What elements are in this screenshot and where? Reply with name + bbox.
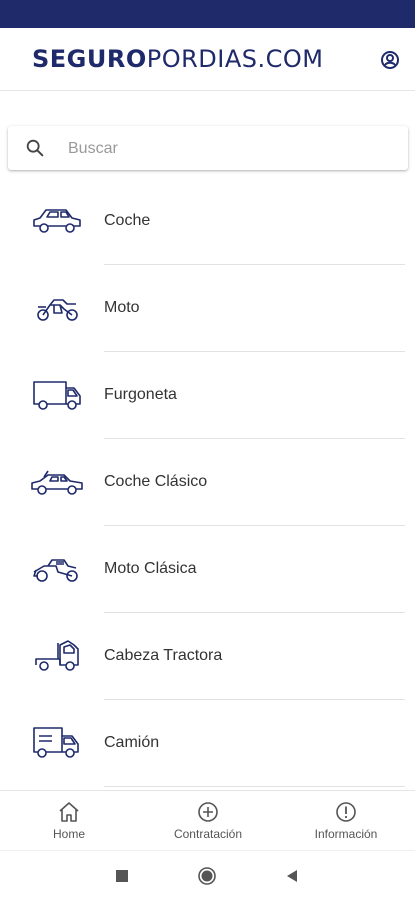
car-icon bbox=[33, 209, 81, 233]
home-circle-icon[interactable] bbox=[198, 867, 216, 885]
add-circle-icon bbox=[198, 802, 218, 822]
nav-contratacion[interactable]: Contratación bbox=[158, 791, 258, 851]
nav-home[interactable]: Home bbox=[34, 791, 104, 851]
vehicle-label: Moto bbox=[104, 299, 140, 316]
nav-contratacion-label: Contratación bbox=[173, 827, 243, 841]
status-bar bbox=[0, 0, 415, 28]
vehicle-item-coche-clasico[interactable]: Coche Clásico bbox=[0, 439, 415, 526]
vehicle-label: Moto Clásica bbox=[104, 560, 197, 577]
vehicle-label: Cabeza Tractora bbox=[104, 647, 223, 664]
search-input[interactable] bbox=[66, 134, 390, 164]
divider bbox=[104, 786, 405, 787]
vehicle-item-moto-clasica[interactable]: Moto Clásica bbox=[0, 526, 415, 613]
tractor-unit-icon bbox=[35, 640, 79, 671]
recents-icon[interactable] bbox=[113, 867, 131, 885]
vehicle-item-camion[interactable]: Camión bbox=[0, 700, 415, 787]
app-header: SEGUROPORDIAS.COM bbox=[0, 28, 415, 91]
app-logo: SEGUROPORDIAS.COM bbox=[32, 45, 324, 73]
motorcycle-icon bbox=[37, 299, 78, 321]
back-icon[interactable] bbox=[283, 867, 301, 885]
nav-home-label: Home bbox=[52, 827, 85, 841]
vehicle-label: Furgoneta bbox=[104, 386, 177, 403]
vehicle-list: Coche Moto Furgoneta Coche Clásico Moto … bbox=[0, 178, 415, 787]
vehicle-item-furgoneta[interactable]: Furgoneta bbox=[0, 352, 415, 439]
home-icon bbox=[59, 802, 79, 822]
search-icon bbox=[26, 139, 44, 157]
account-icon[interactable] bbox=[378, 48, 402, 72]
vehicle-label: Coche Clásico bbox=[104, 473, 208, 490]
system-navigation-bar bbox=[0, 850, 415, 901]
classic-motorcycle-icon bbox=[33, 559, 78, 582]
info-icon bbox=[336, 802, 356, 822]
search-bar[interactable] bbox=[8, 126, 408, 170]
vehicle-item-coche[interactable]: Coche bbox=[0, 178, 415, 265]
truck-icon bbox=[33, 727, 79, 758]
classic-car-icon bbox=[31, 470, 83, 495]
vehicle-item-cabeza-tractora[interactable]: Cabeza Tractora bbox=[0, 613, 415, 700]
van-icon bbox=[33, 381, 81, 410]
vehicle-label: Coche bbox=[104, 212, 151, 229]
nav-informacion-label: Información bbox=[314, 827, 378, 841]
bottom-navigation: Home Contratación Información bbox=[0, 790, 415, 851]
vehicle-label: Camión bbox=[104, 734, 160, 751]
nav-informacion[interactable]: Información bbox=[298, 791, 394, 851]
vehicle-item-moto[interactable]: Moto bbox=[0, 265, 415, 352]
